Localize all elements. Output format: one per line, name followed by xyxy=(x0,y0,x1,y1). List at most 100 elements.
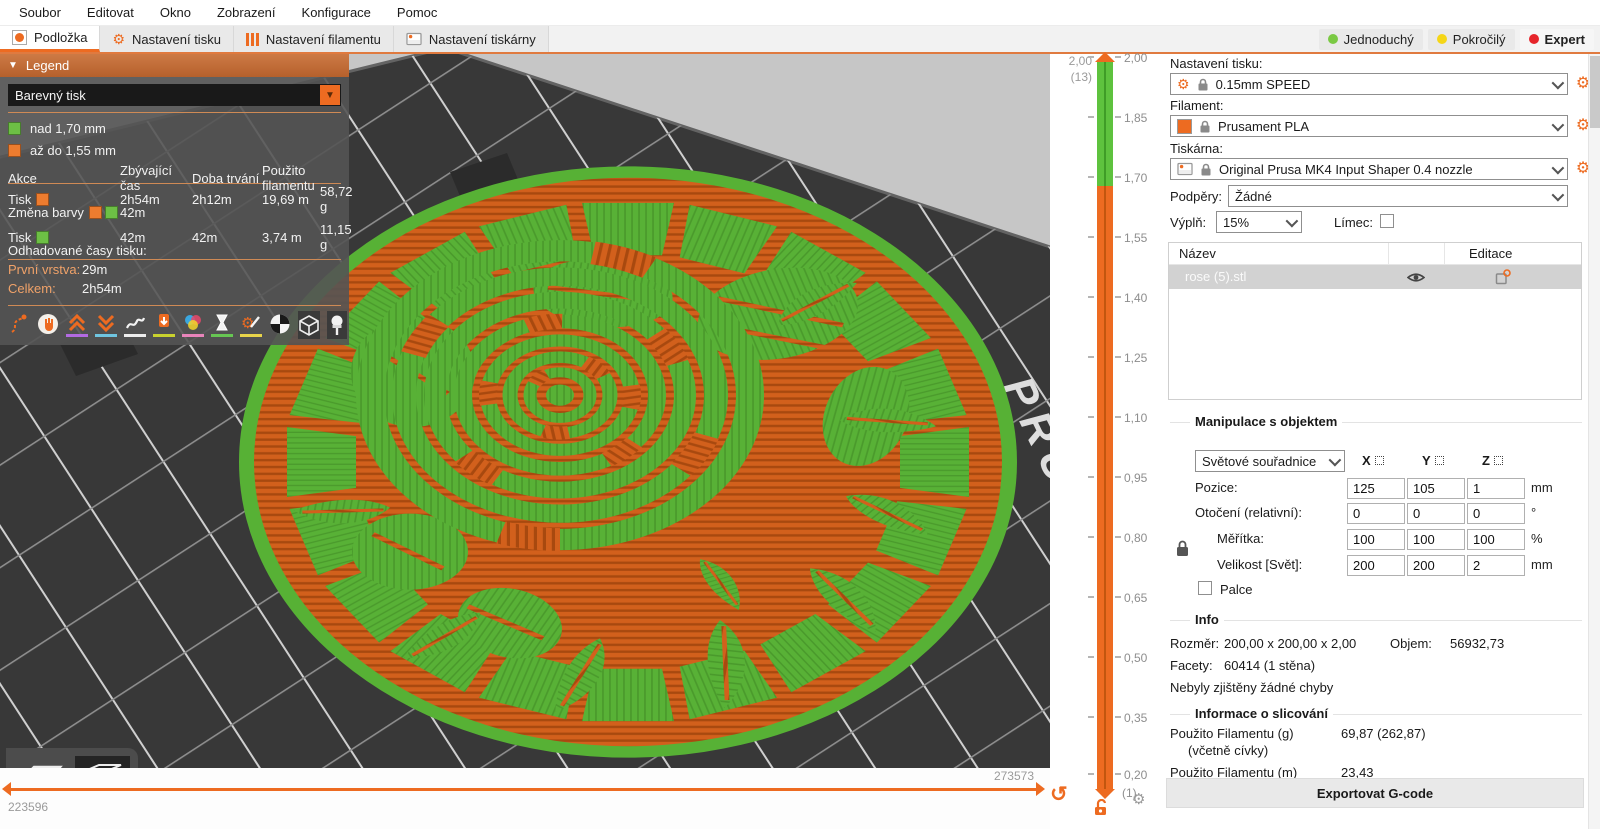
custom-gcodes-icon[interactable]: ⚙ xyxy=(240,313,262,339)
edit-object-icon[interactable] xyxy=(1495,269,1511,285)
rotation-z-input[interactable] xyxy=(1467,503,1525,524)
menu-view[interactable]: Zobrazení xyxy=(204,0,289,26)
retractions-icon[interactable] xyxy=(66,313,88,339)
object-list: Název Editace rose (5).stl xyxy=(1168,242,1582,400)
move-slider-left-handle[interactable] xyxy=(2,782,11,796)
col-remaining: Zbývající čas xyxy=(120,163,192,193)
center-of-mass-icon[interactable] xyxy=(269,313,291,339)
axis-y-header: Y xyxy=(1422,453,1444,468)
printer-icon xyxy=(1177,162,1193,176)
rotation-x-input[interactable] xyxy=(1347,503,1405,524)
printer-select[interactable]: Original Prusa MK4 Input Shaper 0.4 nozz… xyxy=(1170,158,1568,180)
position-x-input[interactable] xyxy=(1347,478,1405,499)
gear-icon: ⚙ xyxy=(112,32,125,46)
eye-icon[interactable] xyxy=(1407,271,1425,284)
estimate-first-layer: První vrstva:29m xyxy=(8,260,341,279)
printer-icon xyxy=(406,32,422,46)
brim-checkbox[interactable] xyxy=(1380,214,1394,228)
legend-view-dropdown-button[interactable]: ▼ xyxy=(320,85,340,105)
move-slider-right-handle[interactable] xyxy=(1036,782,1045,796)
editor-view-button[interactable] xyxy=(14,756,69,768)
filament-select[interactable]: Prusament PLA xyxy=(1170,115,1568,137)
size-z-input[interactable] xyxy=(1467,555,1525,576)
facets-label: Facety: xyxy=(1170,658,1213,673)
scale-x-input[interactable] xyxy=(1347,529,1405,550)
legend-view-select[interactable]: Barevný tisk ▼ xyxy=(8,84,341,106)
rose-model[interactable] xyxy=(239,166,1017,757)
scale-y-input[interactable] xyxy=(1407,529,1465,550)
tool-changes-icon[interactable] xyxy=(153,313,175,339)
slider-settings-gear-icon[interactable]: ⚙ xyxy=(1132,790,1145,808)
prusaslicer-window: Soubor Editovat Okno Zobrazení Konfigura… xyxy=(0,0,1600,829)
size-y-input[interactable] xyxy=(1407,555,1465,576)
layer-slider-bottom-handle[interactable] xyxy=(1095,789,1115,799)
inches-checkbox[interactable] xyxy=(1198,581,1212,595)
wipe-icon[interactable] xyxy=(37,313,59,339)
view-toggle xyxy=(6,748,138,768)
shells-icon[interactable] xyxy=(298,311,320,339)
print-settings-select[interactable]: ⚙ 0.15mm SPEED xyxy=(1170,73,1568,95)
position-z-input[interactable] xyxy=(1467,478,1525,499)
mode-expert-label: Expert xyxy=(1545,32,1585,47)
mode-expert[interactable]: Expert xyxy=(1520,29,1594,50)
chevron-down-icon xyxy=(1286,214,1299,227)
legend-header[interactable]: ▼ Legend xyxy=(0,54,349,77)
scale-row: Měřítka: % xyxy=(1162,529,1588,550)
pause-prints-icon[interactable] xyxy=(211,313,233,339)
menu-file[interactable]: Soubor xyxy=(6,0,74,26)
size-info-value: 200,00 x 200,00 x 2,00 xyxy=(1224,636,1356,651)
menu-window[interactable]: Okno xyxy=(147,0,204,26)
position-row: Pozice: mm xyxy=(1162,478,1588,499)
mode-switcher: Jednoduchý Pokročilý Expert xyxy=(1319,26,1600,52)
object-list-edit-header: Editace xyxy=(1469,246,1512,261)
object-row[interactable]: rose (5).stl xyxy=(1169,265,1581,289)
pin-icon[interactable] xyxy=(327,311,347,339)
col-duration: Doba trvání xyxy=(192,171,262,186)
menu-help[interactable]: Pomoc xyxy=(384,0,450,26)
volume-value: 56932,73 xyxy=(1450,636,1504,651)
move-slider-track[interactable] xyxy=(10,788,1036,791)
position-y-input[interactable] xyxy=(1407,478,1465,499)
scale-z-input[interactable] xyxy=(1467,529,1525,550)
tab-filament-settings-label: Nastavení filamentu xyxy=(266,32,381,47)
export-gcode-button[interactable]: Exportovat G-code xyxy=(1166,778,1584,808)
preview-view-button[interactable] xyxy=(75,756,130,768)
unlock-icon[interactable] xyxy=(1092,799,1110,817)
tab-platter[interactable]: Podložka xyxy=(0,26,100,52)
size-x-input[interactable] xyxy=(1347,555,1405,576)
green-swatch xyxy=(105,206,118,219)
undo-icon[interactable]: ↺ xyxy=(1050,782,1068,807)
object-list-name-header: Název xyxy=(1179,246,1216,261)
tab-filament-settings[interactable]: Nastavení filamentu xyxy=(234,26,394,52)
lock-icon xyxy=(1200,163,1212,176)
coordinates-select[interactable]: Světové souřadnice xyxy=(1195,450,1345,472)
mode-simple[interactable]: Jednoduchý xyxy=(1319,29,1423,50)
used-g-label: Použito Filamentu (g) xyxy=(1170,726,1294,741)
legend-title: Legend xyxy=(26,58,69,73)
menu-edit[interactable]: Editovat xyxy=(74,0,147,26)
seams-icon[interactable] xyxy=(124,313,146,339)
move-slider-min: 223596 xyxy=(8,800,48,814)
printer-label: Tiskárna: xyxy=(1170,141,1223,156)
axis-z-header: Z xyxy=(1482,453,1503,468)
scrollbar-thumb[interactable] xyxy=(1590,56,1600,128)
mode-advanced[interactable]: Pokročilý xyxy=(1428,29,1515,50)
legend-panel: ▼ Legend Barevný tisk ▼ nad 1,70 mm až d… xyxy=(0,54,349,345)
layers-icon xyxy=(79,761,127,768)
export-gcode-label: Exportovat G-code xyxy=(1317,786,1433,801)
menu-configuration[interactable]: Konfigurace xyxy=(289,0,384,26)
tab-print-settings[interactable]: ⚙ Nastavení tisku xyxy=(100,26,233,52)
rotation-y-input[interactable] xyxy=(1407,503,1465,524)
scale-label: Měřítka: xyxy=(1217,531,1264,546)
infill-select[interactable]: 15% xyxy=(1216,211,1302,233)
color-changes-icon[interactable] xyxy=(182,313,204,339)
travels-icon[interactable] xyxy=(8,313,30,339)
supports-select[interactable]: Žádné xyxy=(1228,185,1568,207)
tab-printer-settings[interactable]: Nastavení tiskárny xyxy=(394,26,549,52)
right-panel: Nastavení tisku: ⚙ 0.15mm SPEED ⚙ Filame… xyxy=(1162,54,1600,829)
deretractions-icon[interactable] xyxy=(95,313,117,339)
scrollbar[interactable] xyxy=(1588,54,1600,829)
print-settings-value: 0.15mm SPEED xyxy=(1216,77,1545,92)
legend-range-high: nad 1,70 mm xyxy=(8,117,341,139)
coordinates-value: Světové souřadnice xyxy=(1202,454,1322,469)
